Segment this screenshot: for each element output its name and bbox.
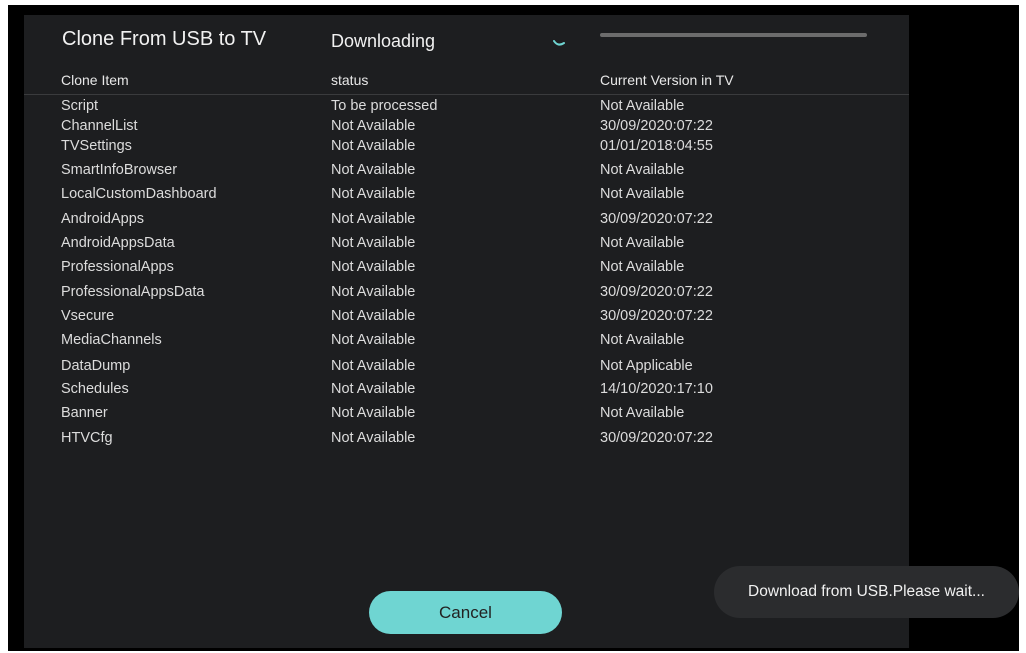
- progress-bar: [600, 33, 867, 37]
- column-header-status: status: [331, 72, 369, 88]
- table-row: AndroidAppsData Not Available Not Availabl…: [0, 235, 1026, 255]
- clone-item-version: 30/09/2020:07:22: [600, 430, 713, 446]
- clone-item-name: ChannelList: [61, 118, 138, 134]
- table-row: AndroidApps Not Available 30/09/2020:07:22: [0, 211, 1026, 231]
- clone-item-version: 14/10/2020:17:10: [600, 381, 713, 397]
- clone-item-status: Not Available: [331, 235, 416, 251]
- clone-item-name: Banner: [61, 405, 108, 421]
- column-header-clone-item: Clone Item: [61, 72, 129, 88]
- clone-item-name: HTVCfg: [61, 430, 113, 446]
- clone-item-version: 30/09/2020:07:22: [600, 118, 713, 134]
- toast-notification: Download from USB.Please wait...: [714, 566, 1019, 618]
- table-row: Script To be processed Not Available: [0, 98, 1026, 118]
- clone-item-version: Not Available: [600, 162, 685, 178]
- clone-item-status: To be processed: [331, 98, 438, 114]
- clone-item-status: Not Available: [331, 259, 416, 275]
- header-divider: [24, 94, 909, 95]
- clone-item-version: Not Available: [600, 332, 685, 348]
- table-row: Schedules Not Available 14/10/2020:17:10: [0, 381, 1026, 401]
- table-row: TVSettings Not Available 01/01/2018:04:55: [0, 138, 1026, 158]
- clone-item-status: Not Available: [331, 162, 416, 178]
- clone-item-version: Not Available: [600, 186, 685, 202]
- clone-item-version: Not Available: [600, 98, 685, 114]
- clone-item-name: ProfessionalAppsData: [61, 284, 205, 300]
- loading-spinner-icon: [553, 40, 565, 46]
- clone-item-name: ProfessionalApps: [61, 259, 174, 275]
- clone-item-version: Not Available: [600, 235, 685, 251]
- clone-item-name: Vsecure: [61, 308, 115, 324]
- clone-item-status: Not Available: [331, 430, 416, 446]
- table-row: HTVCfg Not Available 30/09/2020:07:22: [0, 430, 1026, 450]
- clone-item-name: SmartInfoBrowser: [61, 162, 178, 178]
- table-row: Banner Not Available Not Available: [0, 405, 1026, 425]
- clone-item-status: Not Available: [331, 405, 416, 421]
- clone-item-status: Not Available: [331, 118, 416, 134]
- table-row: MediaChannels Not Available Not Available: [0, 332, 1026, 352]
- table-row: SmartInfoBrowser Not Available Not Availab…: [0, 162, 1026, 182]
- clone-item-status: Not Available: [331, 332, 416, 348]
- clone-item-name: AndroidAppsData: [61, 235, 175, 251]
- clone-item-version: 30/09/2020:07:22: [600, 211, 713, 227]
- clone-item-version: 30/09/2020:07:22: [600, 284, 713, 300]
- table-row: DataDump Not Available Not Applicable: [0, 358, 1026, 378]
- clone-item-name: TVSettings: [61, 138, 132, 154]
- clone-item-status: Not Available: [331, 211, 416, 227]
- clone-item-name: AndroidApps: [61, 211, 145, 227]
- table-row: ChannelList Not Available 30/09/2020:07:22: [0, 118, 1026, 138]
- clone-item-name: MediaChannels: [61, 332, 162, 348]
- column-header-current-version: Current Version in TV: [600, 72, 734, 88]
- clone-item-status: Not Available: [331, 308, 416, 324]
- cancel-button[interactable]: Cancel: [369, 591, 562, 634]
- clone-item-version: Not Applicable: [600, 358, 693, 374]
- download-status: Downloading: [331, 31, 436, 51]
- clone-item-status: Not Available: [331, 381, 416, 397]
- table-row: LocalCustomDashboard Not Available Not Ava…: [0, 186, 1026, 206]
- clone-item-name: Schedules: [61, 381, 129, 397]
- clone-item-version: 30/09/2020:07:22: [600, 308, 713, 324]
- table-row: ProfessionalApps Not Available Not Availab…: [0, 259, 1026, 279]
- clone-item-name: DataDump: [61, 358, 131, 374]
- clone-item-version: Not Available: [600, 259, 685, 275]
- clone-item-status: Not Available: [331, 138, 416, 154]
- clone-item-status: Not Available: [331, 186, 416, 202]
- clone-item-status: Not Available: [331, 284, 416, 300]
- clone-item-version: 01/01/2018:04:55: [600, 138, 713, 154]
- dialog-title: Clone From USB to TV: [62, 28, 267, 50]
- clone-item-name: Script: [61, 98, 99, 114]
- clone-item-status: Not Available: [331, 358, 416, 374]
- table-row: Vsecure Not Available 30/09/2020:07:22: [0, 308, 1026, 328]
- clone-item-version: Not Available: [600, 405, 685, 421]
- table-row: ProfessionalAppsData Not Available 30/09/2…: [0, 284, 1026, 304]
- clone-item-name: LocalCustomDashboard: [61, 186, 217, 202]
